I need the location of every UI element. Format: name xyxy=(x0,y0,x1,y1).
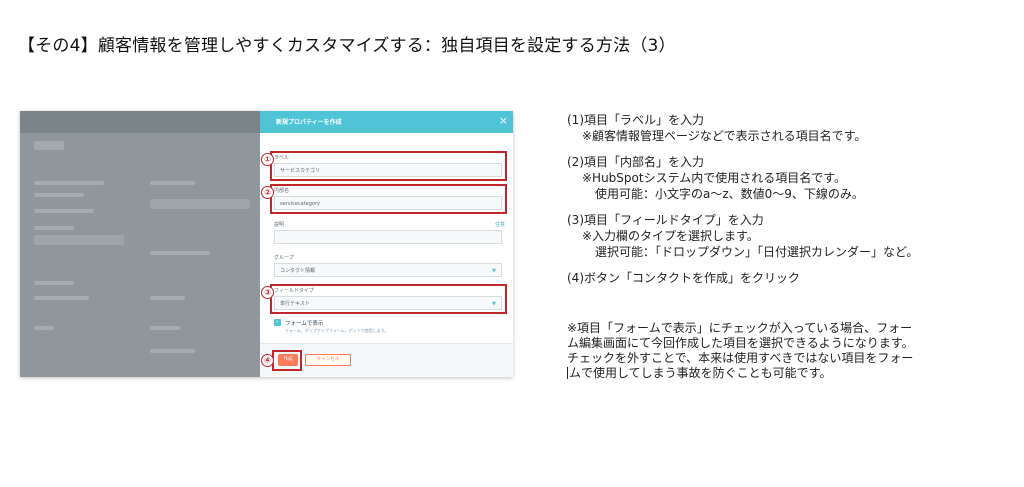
caution-line-last: ムで使用してしまう事故を防ぐことも可能です。 xyxy=(567,366,987,381)
highlight-label-field xyxy=(270,151,507,181)
step-1: (1)項目「ラベル」を入力 ※顧客情報管理ページなどで表示される項目名です。 xyxy=(567,112,1007,144)
background-line xyxy=(150,296,185,300)
highlight-create-button xyxy=(272,350,302,371)
background-line xyxy=(34,226,74,230)
background-line xyxy=(150,349,195,353)
group-field-label: グループ xyxy=(274,255,294,261)
step-1-note: ※顧客情報管理ページなどで表示される項目名です。 xyxy=(582,129,867,143)
screenshot-panel: 新規プロパティーを作成 × ラベル サービスカテゴリ 内部名 serviceca… xyxy=(20,111,513,377)
close-icon[interactable]: × xyxy=(499,114,508,128)
background-line xyxy=(150,251,210,255)
step-3: (3)項目「フィールドタイプ」を入力 ※入力欄のタイプを選択します。 選択可能：… xyxy=(567,212,1007,260)
background-line xyxy=(150,181,195,185)
step-2-allowed: 使用可能：小文字のa～z、数値0～9、下線のみ。 xyxy=(595,187,864,201)
step-2: (2)項目「内部名」を入力 ※HubSpotシステム内で使用される項目名です。 … xyxy=(567,154,1007,202)
description-field-label: 説明 xyxy=(274,222,285,228)
background-page-header xyxy=(34,141,64,150)
marker-1: ① xyxy=(261,153,274,166)
new-property-modal: 新規プロパティーを作成 × ラベル サービスカテゴリ 内部名 serviceca… xyxy=(260,111,513,377)
modal-header: 新規プロパティーを作成 × xyxy=(260,111,513,133)
group-select-value: コンタクト情報 xyxy=(280,268,316,274)
step-3-note: ※入力欄のタイプを選択します。 xyxy=(582,229,759,243)
step-3-allowed: 選択可能：「ドロップダウン」「日付選択カレンダー」など。 xyxy=(595,245,919,259)
caution-line: ムで使用してしまう事故を防ぐことも可能です。 xyxy=(569,366,832,380)
text-cursor xyxy=(567,367,568,379)
background-line xyxy=(34,296,89,300)
background-line xyxy=(34,209,94,213)
optional-tag: 任意 xyxy=(494,222,505,228)
background-line xyxy=(34,193,84,197)
highlight-internal-name-field xyxy=(270,184,507,214)
step-3-title: (3)項目「フィールドタイプ」を入力 xyxy=(567,213,764,227)
show-in-form-label: フォームで表示 xyxy=(285,321,324,327)
background-line xyxy=(34,326,54,330)
background-line xyxy=(150,326,180,330)
show-in-form-checkbox[interactable]: ✓ xyxy=(274,319,281,326)
caution-note: ※項目「フォームで表示」にチェックが入っている場合、フォー ム編集画面にて今回作… xyxy=(567,321,987,381)
marker-3: ③ xyxy=(261,286,274,299)
background-line xyxy=(34,181,104,185)
step-1-title: (1)項目「ラベル」を入力 xyxy=(567,113,704,127)
chevron-down-icon: ▼ xyxy=(492,268,496,274)
step-4-title: (4)ボタン「コンタクトを作成」をクリック xyxy=(567,271,800,285)
description-input[interactable] xyxy=(274,230,502,244)
group-select[interactable]: コンタクト情報 ▼ xyxy=(274,263,502,277)
background-field xyxy=(34,235,124,245)
background-field xyxy=(150,199,250,209)
instructions: (1)項目「ラベル」を入力 ※顧客情報管理ページなどで表示される項目名です。 (… xyxy=(567,112,1007,296)
caution-line: ※項目「フォームで表示」にチェックが入っている場合、フォー xyxy=(567,321,913,335)
background-topbar xyxy=(20,111,260,133)
caution-line: ム編集画面にて今回作成した項目を選択できるようになります。 xyxy=(567,336,914,350)
step-4: (4)ボタン「コンタクトを作成」をクリック xyxy=(567,270,1007,286)
marker-4: ④ xyxy=(261,354,274,367)
background-line xyxy=(34,281,74,285)
highlight-field-type-field xyxy=(270,284,507,314)
caution-line: チェックを外すことで、本来は使用すべきではない項目をフォー xyxy=(567,351,914,365)
show-in-form-sublabel: フォーム、ポップアップフォーム、ボットで使用します。 xyxy=(285,328,389,333)
step-2-title: (2)項目「内部名」を入力 xyxy=(567,155,704,169)
marker-2: ② xyxy=(261,186,274,199)
modal-title: 新規プロパティーを作成 xyxy=(276,119,342,126)
step-2-note: ※HubSpotシステム内で使用される項目名です。 xyxy=(582,171,847,185)
cancel-button[interactable]: キャンセル xyxy=(305,354,351,366)
page-title: 【その4】顧客情報を管理しやすくカスタマイズする：独自項目を設定する方法（3） xyxy=(18,36,676,56)
